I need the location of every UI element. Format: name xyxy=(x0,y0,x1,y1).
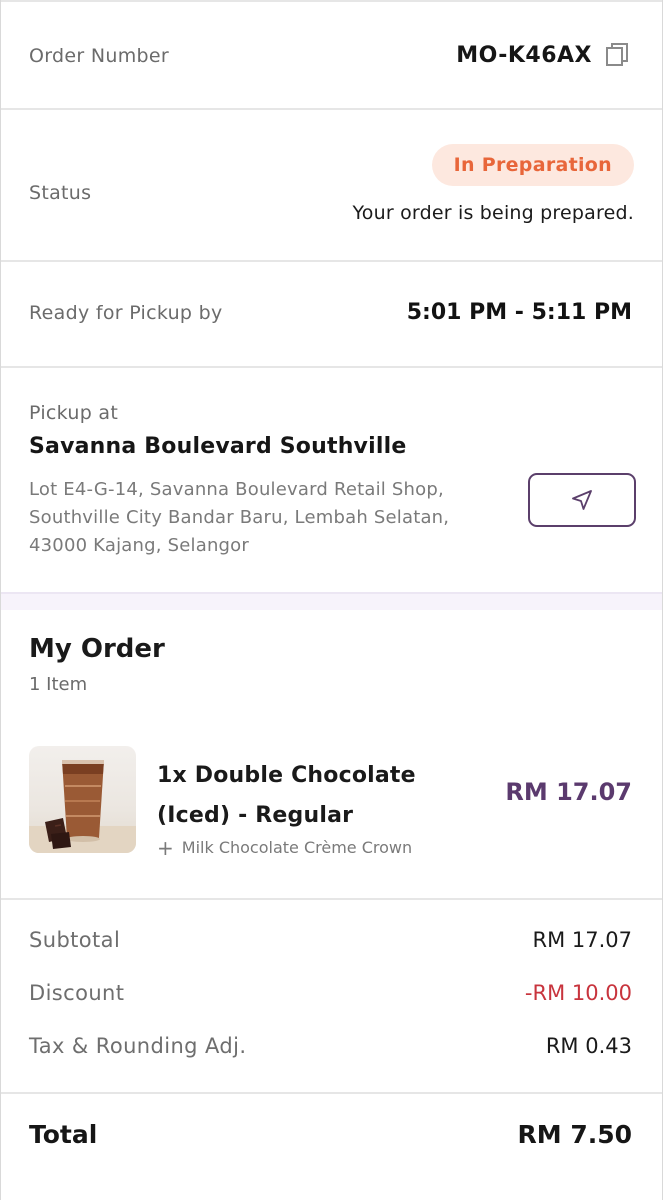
status-label: Status xyxy=(29,182,92,204)
discount-value: -RM 10.00 xyxy=(524,981,632,1005)
total-row: Total RM 7.50 xyxy=(1,1094,662,1200)
subtotal-value: RM 17.07 xyxy=(532,928,632,952)
subtotal-line: Subtotal RM 17.07 xyxy=(29,928,632,952)
store-name: Savanna Boulevard Southville xyxy=(29,434,407,459)
product-name: 1x Double Chocolate (Iced) - Regular xyxy=(157,763,416,828)
product-addon-label: Milk Chocolate Crème Crown xyxy=(181,838,413,857)
pickup-location-row: Pickup at Savanna Boulevard Southville L… xyxy=(1,368,662,594)
tax-line: Tax & Rounding Adj. RM 0.43 xyxy=(29,1034,632,1058)
product-addon: + Milk Chocolate Crème Crown xyxy=(157,835,413,860)
pickup-time-row: Ready for Pickup by 5:01 PM - 5:11 PM xyxy=(1,262,662,368)
product-image xyxy=(29,746,136,853)
copy-icon[interactable] xyxy=(604,42,630,68)
tax-value: RM 0.43 xyxy=(545,1034,632,1058)
total-line: Total RM 7.50 xyxy=(29,1120,632,1149)
pickup-at-label: Pickup at xyxy=(29,402,119,424)
status-badge: In Preparation xyxy=(431,144,634,186)
pickup-time-label: Ready for Pickup by xyxy=(29,302,223,324)
order-number-group: MO-K46AX xyxy=(456,42,630,68)
pickup-time-value: 5:01 PM - 5:11 PM xyxy=(406,300,632,325)
total-label: Total xyxy=(29,1120,98,1149)
section-divider xyxy=(1,594,662,610)
order-number-value: MO-K46AX xyxy=(456,42,592,68)
total-value: RM 7.50 xyxy=(517,1120,632,1149)
plus-icon: + xyxy=(157,835,174,860)
discount-line: Discount -RM 10.00 xyxy=(29,981,632,1005)
discount-label: Discount xyxy=(29,981,125,1005)
product-price: RM 17.07 xyxy=(505,778,632,806)
status-row: Status In Preparation Your order is bein… xyxy=(1,110,662,262)
my-order-title: My Order xyxy=(29,634,165,664)
order-number-label: Order Number xyxy=(29,45,169,67)
navigation-arrow-icon xyxy=(572,490,592,510)
price-summary: Subtotal RM 17.07 Discount -RM 10.00 Tax… xyxy=(1,900,662,1094)
store-address: Lot E4-G-14, Savanna Boulevard Retail Sh… xyxy=(29,479,450,556)
item-count: 1 Item xyxy=(29,674,88,695)
subtotal-label: Subtotal xyxy=(29,928,121,952)
status-description: Your order is being prepared. xyxy=(352,202,634,224)
navigate-button[interactable] xyxy=(528,473,636,527)
my-order-section: My Order 1 Item 1x Double Chocolate (Ice xyxy=(1,610,662,900)
tax-label: Tax & Rounding Adj. xyxy=(29,1034,247,1058)
order-number-row: Order Number MO-K46AX xyxy=(1,0,662,110)
order-details-screen: Order Number MO-K46AX Status In Preparat… xyxy=(0,0,663,1200)
